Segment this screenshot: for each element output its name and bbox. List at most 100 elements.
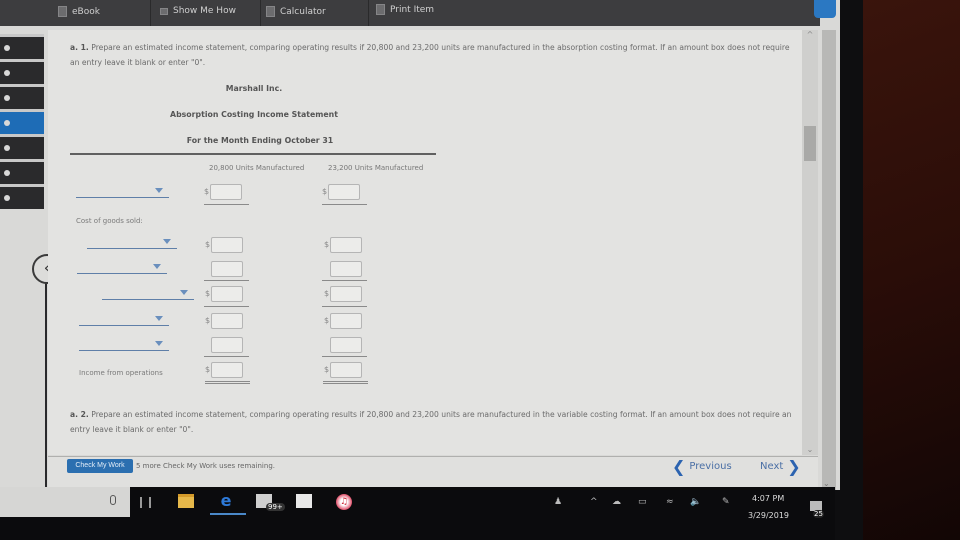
amount-input-col2[interactable] bbox=[330, 337, 362, 353]
divider bbox=[368, 0, 369, 26]
onedrive-icon[interactable]: ☁ bbox=[612, 497, 621, 507]
dollar-sign: $ bbox=[205, 316, 211, 325]
amount-input-col2[interactable] bbox=[328, 184, 360, 200]
calculator-button[interactable]: Calculator bbox=[266, 6, 326, 17]
show-me-how-button[interactable]: Show Me How bbox=[160, 6, 236, 16]
chevron-up-icon[interactable]: ^ bbox=[590, 497, 598, 507]
question-a1-text: Prepare an estimated income statement, c… bbox=[70, 43, 790, 67]
amount-input-col1[interactable] bbox=[211, 337, 243, 353]
amount-input-col2[interactable] bbox=[330, 313, 362, 329]
amount-input-col1[interactable] bbox=[211, 261, 243, 277]
income-label: Income from operations bbox=[79, 369, 163, 377]
amount-input-col2[interactable] bbox=[330, 362, 362, 378]
divider bbox=[260, 0, 261, 26]
notification-count: 25 bbox=[813, 510, 824, 518]
nav-item[interactable] bbox=[0, 59, 44, 84]
amount-field: $ bbox=[205, 362, 243, 379]
dot-icon bbox=[4, 195, 10, 201]
task-view-icon[interactable] bbox=[140, 497, 151, 508]
dollar-sign: $ bbox=[322, 187, 328, 196]
underline bbox=[204, 204, 249, 205]
screen: eBook Show Me How Calculator Print Item … bbox=[0, 0, 840, 490]
line-item-dropdown[interactable] bbox=[76, 186, 169, 198]
dot-icon bbox=[4, 120, 10, 126]
line-item-dropdown[interactable] bbox=[79, 314, 169, 326]
line-item-dropdown[interactable] bbox=[77, 262, 167, 274]
edge-icon[interactable]: e bbox=[218, 493, 234, 509]
chevron-right-icon: ❯ bbox=[787, 456, 801, 476]
underline bbox=[322, 306, 367, 307]
amount-input-col1[interactable] bbox=[211, 313, 243, 329]
line-item-dropdown[interactable] bbox=[79, 339, 169, 351]
book-icon bbox=[58, 6, 67, 17]
nav-item[interactable] bbox=[0, 159, 44, 184]
amount-input-col1[interactable] bbox=[210, 184, 242, 200]
show-me-how-label: Show Me How bbox=[173, 6, 236, 16]
underline bbox=[204, 306, 249, 307]
file-explorer-icon[interactable] bbox=[178, 494, 194, 508]
statement-title: Absorption Costing Income Statement bbox=[170, 110, 338, 119]
ebook-button[interactable]: eBook bbox=[58, 6, 100, 17]
amount-field bbox=[205, 261, 243, 278]
dollar-sign: $ bbox=[205, 240, 211, 249]
check-my-work-button[interactable]: Check My Work bbox=[67, 459, 133, 473]
double-underline bbox=[205, 381, 250, 384]
photo-backdrop bbox=[850, 0, 960, 540]
amount-input-col1[interactable] bbox=[211, 286, 243, 302]
itunes-icon[interactable]: ♫ bbox=[336, 494, 352, 510]
calculator-icon bbox=[266, 6, 275, 17]
battery-icon[interactable]: ▭ bbox=[638, 497, 647, 507]
line-item-dropdown[interactable] bbox=[87, 237, 177, 249]
line-item-dropdown[interactable] bbox=[102, 288, 194, 300]
amount-field: $ bbox=[205, 286, 243, 303]
clock-date[interactable]: 3/29/2019 bbox=[748, 511, 789, 520]
underline bbox=[204, 356, 249, 357]
clock-time[interactable]: 4:07 PM bbox=[752, 494, 784, 503]
video-icon bbox=[160, 7, 168, 15]
content-scrollbar[interactable]: ^ ⌄ bbox=[802, 30, 818, 455]
dot-icon bbox=[4, 95, 10, 101]
company-name: Marshall Inc. bbox=[225, 84, 283, 93]
page-scrollbar[interactable]: ⌄ bbox=[822, 30, 836, 490]
column-header-20800: 20,800 Units Manufactured bbox=[209, 164, 305, 172]
amount-input-col2[interactable] bbox=[330, 237, 362, 253]
dot-icon bbox=[4, 145, 10, 151]
nav-item-active[interactable] bbox=[0, 109, 44, 134]
amount-input-col1[interactable] bbox=[211, 237, 243, 253]
previous-button[interactable]: ❮ Previous bbox=[672, 456, 732, 476]
store-icon[interactable] bbox=[296, 494, 312, 508]
nav-item[interactable] bbox=[0, 184, 44, 209]
wifi-icon[interactable]: ≈ bbox=[666, 497, 674, 507]
ebook-label: eBook bbox=[72, 6, 100, 17]
amount-field bbox=[324, 261, 362, 278]
print-icon bbox=[376, 4, 385, 15]
scroll-down-icon[interactable]: ⌄ bbox=[804, 445, 816, 455]
nav-item[interactable] bbox=[0, 34, 44, 59]
dollar-sign: $ bbox=[324, 316, 330, 325]
print-item-button[interactable]: Print Item bbox=[376, 4, 434, 15]
question-a1-prefix: a. 1. bbox=[70, 43, 89, 52]
amount-input-col1[interactable] bbox=[211, 362, 243, 378]
pen-icon[interactable]: ✎ bbox=[722, 497, 730, 507]
question-a2: a. 2. Prepare an estimated income statem… bbox=[70, 407, 795, 437]
amount-input-col2[interactable] bbox=[330, 286, 362, 302]
column-header-23200: 23,200 Units Manufactured bbox=[328, 164, 424, 172]
microphone-icon[interactable] bbox=[110, 495, 116, 505]
amount-input-col2[interactable] bbox=[330, 261, 362, 277]
scroll-thumb[interactable] bbox=[804, 126, 816, 161]
scroll-up-icon[interactable]: ^ bbox=[804, 30, 816, 40]
underline bbox=[322, 204, 367, 205]
dollar-sign: $ bbox=[205, 289, 211, 298]
amount-field bbox=[205, 337, 243, 354]
headset-icon[interactable] bbox=[814, 0, 836, 18]
caret-down-icon bbox=[180, 290, 188, 295]
question-a1: a. 1. Prepare an estimated income statem… bbox=[70, 40, 795, 70]
next-label: Next bbox=[760, 461, 784, 472]
chevron-left-icon: ❮ bbox=[672, 456, 686, 476]
nav-item[interactable] bbox=[0, 84, 44, 109]
caret-down-icon bbox=[155, 188, 163, 193]
volume-icon[interactable]: 🔈 bbox=[690, 497, 701, 507]
next-button[interactable]: Next ❯ bbox=[760, 456, 801, 476]
people-icon[interactable]: ♟ bbox=[554, 497, 562, 507]
nav-item[interactable] bbox=[0, 134, 44, 159]
